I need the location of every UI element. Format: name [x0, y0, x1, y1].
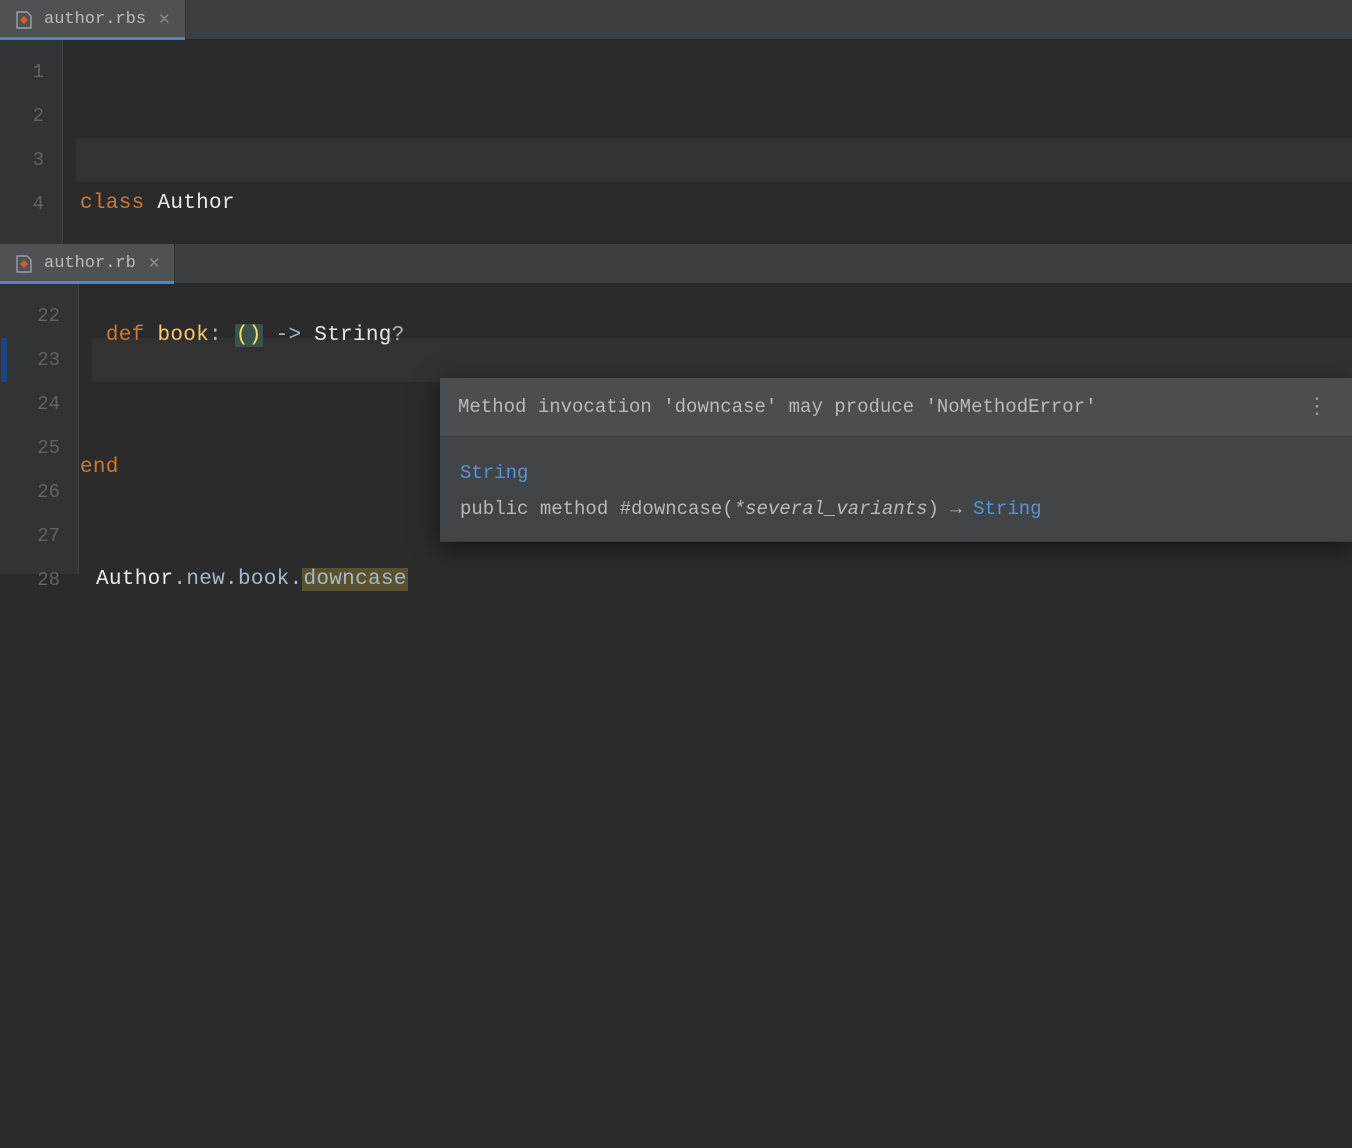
code-area[interactable]: class Author def book: () -> String? end [76, 40, 1352, 244]
doc-signature: public method #downcase(*several_variant… [460, 491, 1332, 527]
sig-suffix: ) → [928, 498, 962, 520]
gutter-border [62, 40, 76, 244]
sig-prefix: public method #downcase( [460, 498, 734, 520]
tab-label: author.rbs [44, 10, 146, 29]
more-actions-icon[interactable]: ⋮ [1302, 394, 1334, 420]
call-new: new [186, 568, 225, 591]
code-editor-top[interactable]: 1 2 3 4 class Author def book: () -> Str… [0, 40, 1352, 244]
line-number: 2 [10, 94, 44, 138]
rbs-file-icon [14, 10, 34, 30]
line-number: 24 [10, 382, 60, 426]
dot: . [290, 568, 303, 591]
tab-author-rb[interactable]: author.rb ✕ [0, 244, 175, 283]
line-number: 22 [10, 294, 60, 338]
matched-parens: () [235, 324, 263, 347]
dot: . [173, 568, 186, 591]
line-gutter: 1 2 3 4 [0, 40, 62, 244]
dot: . [225, 568, 238, 591]
line-number: 25 [10, 426, 60, 470]
sig-args: *several_variants [734, 498, 928, 520]
editor-pane-top: author.rbs ✕ 1 2 3 4 class Author def bo… [0, 0, 1352, 244]
caret-line-highlight [76, 138, 1352, 182]
method-name: book [157, 324, 209, 347]
line-number: 3 [10, 138, 44, 182]
call-book: book [238, 568, 290, 591]
arrow: -> [276, 324, 302, 347]
line-gutter: 22 23 24 25 26 27 28 [0, 284, 78, 574]
return-type: String [314, 324, 391, 347]
close-icon[interactable]: ✕ [156, 10, 173, 29]
question-mark: ? [392, 324, 405, 347]
const-author: Author [96, 568, 173, 591]
line-number: 1 [10, 50, 44, 94]
tooltip-message: Method invocation 'downcase' may produce… [458, 396, 1302, 418]
class-name: Author [157, 192, 234, 215]
line-number: 28 [10, 558, 60, 602]
warning-highlight-downcase: downcase [302, 568, 407, 591]
line-number: 27 [10, 514, 60, 558]
tab-author-rbs[interactable]: author.rbs ✕ [0, 0, 186, 39]
line-number: 23 [10, 338, 60, 382]
gutter-modified-mark [1, 338, 7, 382]
colon: : [209, 324, 222, 347]
keyword-def: def [106, 324, 145, 347]
close-icon[interactable]: ✕ [146, 254, 163, 273]
doc-return-type-link[interactable]: String [973, 498, 1041, 520]
line-number: 26 [10, 470, 60, 514]
rb-file-icon [14, 254, 34, 274]
tab-label: author.rb [44, 254, 136, 273]
line-number: 4 [10, 182, 44, 226]
tab-bar-top: author.rbs ✕ [0, 0, 1352, 40]
keyword-class: class [80, 192, 145, 215]
